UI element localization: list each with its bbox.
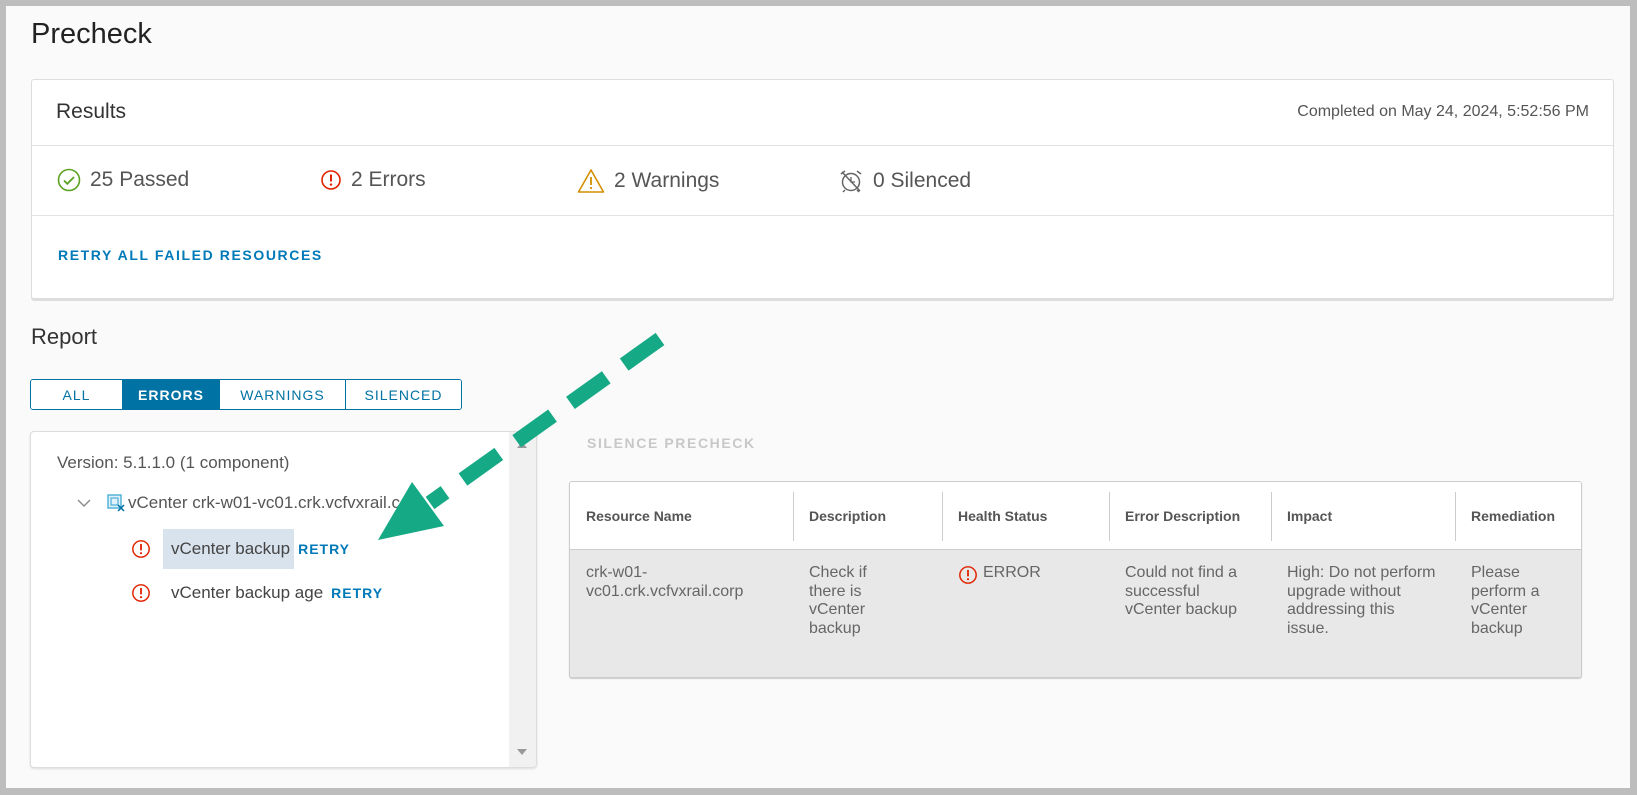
annotation-arrow-head [378, 482, 444, 540]
annotation-arrow-shaft [425, 332, 665, 510]
annotation-arrow [378, 332, 665, 540]
